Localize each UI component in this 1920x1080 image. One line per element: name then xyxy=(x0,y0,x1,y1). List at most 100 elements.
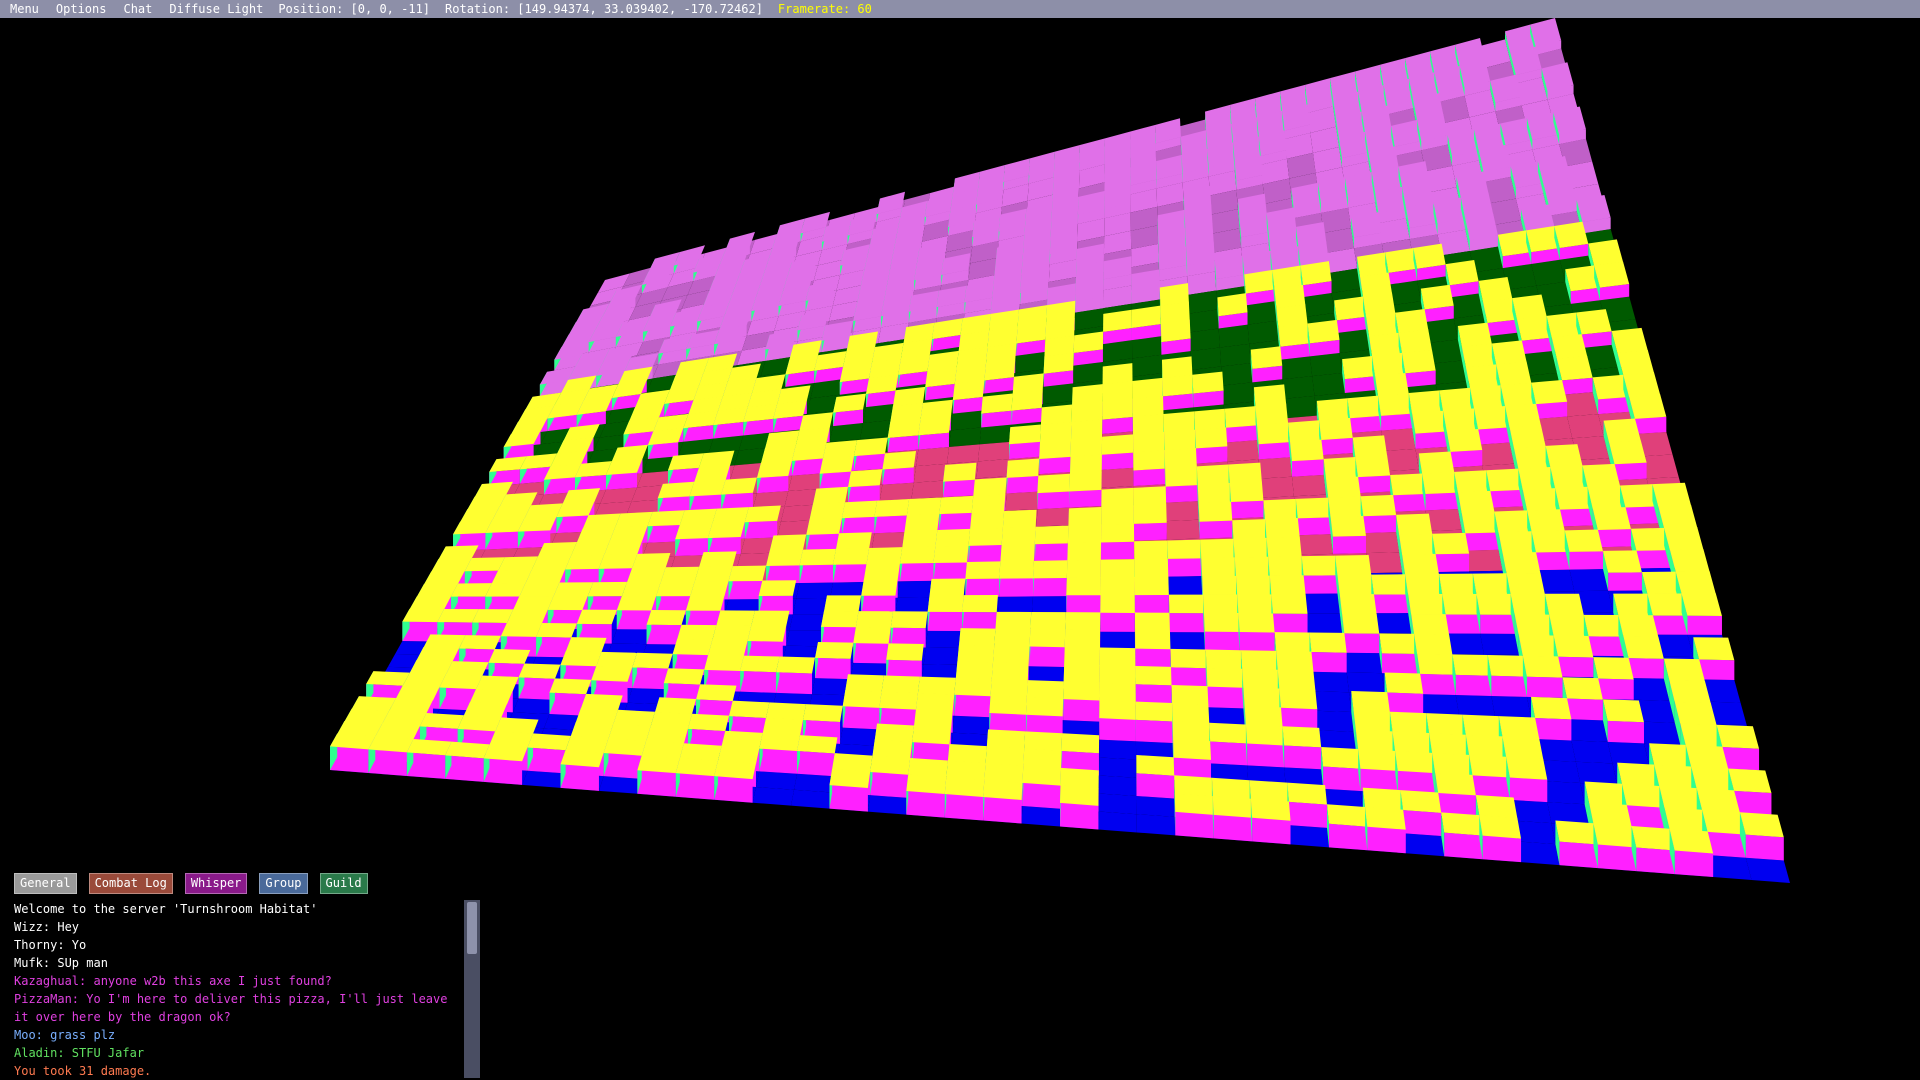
voxel-top xyxy=(1669,828,1714,854)
chat-scroll-thumb[interactable] xyxy=(467,902,477,954)
voxel-top xyxy=(613,709,656,727)
voxel-top xyxy=(1587,485,1626,509)
voxel-top xyxy=(1196,464,1230,486)
terrain-tile xyxy=(1032,596,1067,614)
voxel-top xyxy=(1609,440,1647,465)
voxel-top xyxy=(1412,410,1447,434)
voxel-top xyxy=(1582,463,1621,488)
voxel-top xyxy=(1664,527,1704,551)
chat-tab-combat-log[interactable]: Combat Log xyxy=(88,873,173,894)
voxel-side xyxy=(853,643,889,664)
voxel-top xyxy=(1442,593,1481,615)
voxel-top xyxy=(1420,284,1454,310)
voxel-top xyxy=(1202,575,1238,595)
terrain-tile xyxy=(871,531,907,550)
voxel-top xyxy=(1556,355,1593,381)
voxel-side xyxy=(833,564,867,583)
options-button[interactable]: Options xyxy=(46,2,114,16)
terrain-tile xyxy=(1309,352,1343,377)
voxel-top xyxy=(498,556,538,571)
voxel-top xyxy=(1589,802,1632,827)
diffuse-light-button[interactable]: Diffuse Light xyxy=(159,2,270,16)
voxel-side xyxy=(1029,646,1065,667)
voxel-side xyxy=(792,458,824,476)
voxel-top xyxy=(758,580,797,596)
voxel-top xyxy=(531,555,572,571)
voxel-top xyxy=(1101,434,1134,455)
voxel-top xyxy=(968,527,1003,546)
voxel-top xyxy=(1000,543,1035,562)
voxel-top xyxy=(944,777,985,797)
voxel-side xyxy=(1559,841,1598,869)
voxel-side xyxy=(675,538,708,557)
voxel-top xyxy=(1271,594,1308,614)
voxel-top xyxy=(389,698,433,714)
voxel-side xyxy=(744,520,778,539)
voxel-top xyxy=(1063,664,1100,683)
voxel-top xyxy=(1583,614,1624,637)
voxel-top xyxy=(476,675,519,691)
voxel-side xyxy=(1628,658,1664,679)
voxel-top xyxy=(1457,490,1495,513)
voxel-side xyxy=(819,471,852,489)
voxel-side xyxy=(1393,493,1426,512)
voxel-top xyxy=(1022,765,1062,786)
terrain-tile xyxy=(1284,395,1317,419)
voxel-side xyxy=(1405,370,1436,388)
chat-tab-group[interactable]: Group xyxy=(259,873,308,894)
voxel-top xyxy=(424,570,465,585)
voxel-top xyxy=(1522,655,1563,678)
chat-scrollbar[interactable] xyxy=(464,900,480,1078)
voxel-top xyxy=(1446,429,1483,452)
terrain-tile xyxy=(1169,632,1205,651)
voxel-top xyxy=(1522,488,1560,511)
terrain-tile xyxy=(1226,440,1259,462)
terrain-tile xyxy=(1346,672,1385,694)
voxel-side xyxy=(1435,553,1470,572)
voxel-top xyxy=(1472,573,1511,595)
voxel-top xyxy=(1513,445,1551,470)
voxel-side xyxy=(1367,826,1406,854)
voxel-top xyxy=(1160,319,1191,343)
terrain-tile xyxy=(1465,549,1503,572)
menu-button[interactable]: Menu xyxy=(0,2,46,16)
voxel-top xyxy=(1134,612,1170,632)
voxel-top xyxy=(1132,377,1163,400)
voxel-side xyxy=(999,578,1034,597)
terrain-tile xyxy=(1707,855,1752,881)
terrain-tile xyxy=(1363,531,1400,554)
voxel-side xyxy=(1099,718,1136,742)
terrain-tile xyxy=(1302,292,1335,317)
voxel-side xyxy=(1247,743,1285,768)
chat-tab-whisper[interactable]: Whisper xyxy=(184,873,248,894)
voxel-top xyxy=(965,561,1001,579)
voxel-top xyxy=(842,689,882,708)
voxel-top xyxy=(351,696,396,712)
chat-tab-guild[interactable]: Guild xyxy=(319,873,368,894)
voxel-top xyxy=(1163,411,1196,433)
chat-button[interactable]: Chat xyxy=(113,2,159,16)
terrain-tile xyxy=(1098,757,1137,778)
chat-message: PizzaMan: Yo I'm here to deliver this pi… xyxy=(14,992,455,1024)
voxel-top xyxy=(1172,703,1210,724)
voxel-top xyxy=(1502,736,1544,760)
voxel-top xyxy=(832,753,873,773)
voxel-top xyxy=(1102,380,1133,403)
voxel-side xyxy=(1344,633,1380,654)
voxel-top xyxy=(1323,457,1359,479)
voxel-top xyxy=(1617,349,1654,376)
chat-tab-general[interactable]: General xyxy=(14,873,77,894)
voxel-top xyxy=(1242,668,1280,689)
voxel-top xyxy=(1063,681,1100,701)
voxel-top xyxy=(1060,767,1099,789)
voxel-side xyxy=(1135,648,1171,670)
voxel-top xyxy=(740,655,780,673)
terrain-tile xyxy=(911,480,946,500)
voxel-top xyxy=(1224,406,1258,428)
voxel-top xyxy=(1611,327,1648,354)
voxel-top xyxy=(1622,783,1665,808)
voxel-top xyxy=(1395,309,1429,334)
terrain-tile xyxy=(755,771,798,790)
voxel-top xyxy=(1392,731,1433,754)
voxel-top xyxy=(1669,549,1710,573)
